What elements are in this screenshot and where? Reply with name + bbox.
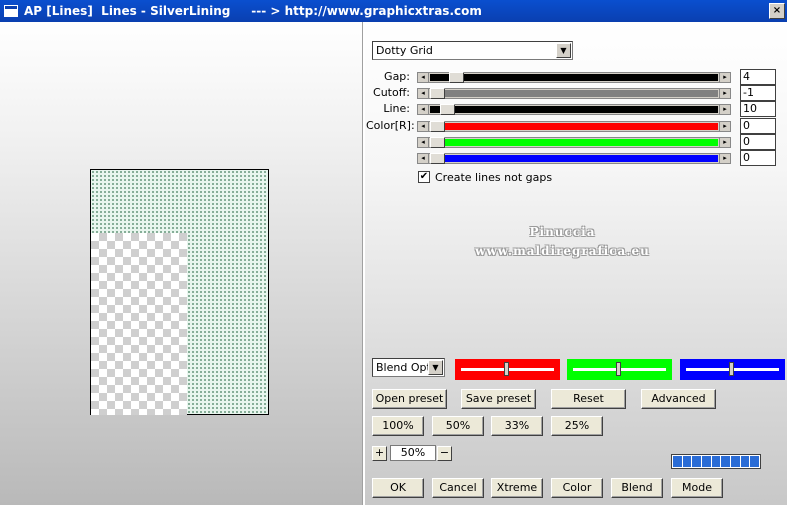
arrow-right-icon[interactable]: ▸ — [719, 138, 730, 147]
mode-button[interactable]: Mode — [671, 478, 723, 498]
slider-value-field[interactable]: 4 — [740, 69, 776, 85]
zoom-in-button[interactable]: + — [372, 446, 387, 461]
reset-button[interactable]: Reset — [551, 389, 626, 409]
create-lines-label: Create lines not gaps — [435, 171, 553, 184]
slider-track — [430, 106, 718, 113]
xtreme-button[interactable]: Xtreme — [491, 478, 543, 498]
chevron-down-icon[interactable]: ▼ — [428, 360, 443, 375]
title-bar[interactable]: AP [Lines] Lines - SilverLining --- > ht… — [0, 0, 787, 22]
zoom-33-button[interactable]: 33% — [491, 416, 543, 436]
slider-value-field[interactable]: 0 — [740, 150, 776, 166]
parameter-slider[interactable]: ◂ ▸ — [417, 88, 731, 99]
parameter-slider[interactable]: ◂ ▸ — [417, 153, 731, 164]
parameter-slider[interactable]: ◂ ▸ — [417, 137, 731, 148]
transparency-checker — [91, 233, 187, 415]
slider-value-field[interactable]: 0 — [740, 118, 776, 134]
slider-value-field[interactable]: -1 — [740, 85, 776, 101]
zoom-out-button[interactable]: − — [437, 446, 452, 461]
preview-canvas[interactable] — [90, 169, 269, 415]
slider-thumb[interactable] — [430, 153, 445, 164]
blue-color-slider[interactable] — [680, 359, 785, 380]
slider-knob[interactable] — [503, 362, 509, 376]
progress-indicator — [671, 454, 761, 469]
slider-label: Cutoff: — [373, 86, 410, 99]
blend-button[interactable]: Blend — [611, 478, 663, 498]
color-button[interactable]: Color — [551, 478, 603, 498]
arrow-right-icon[interactable]: ▸ — [719, 105, 730, 114]
zoom-25-button[interactable]: 25% — [551, 416, 603, 436]
ok-button[interactable]: OK — [372, 478, 424, 498]
slider-thumb[interactable] — [430, 88, 445, 99]
arrow-right-icon[interactable]: ▸ — [719, 89, 730, 98]
slider-thumb[interactable] — [430, 121, 445, 132]
watermark-url: www.maldiregrafica.eu — [475, 244, 650, 258]
preview-area[interactable] — [0, 22, 362, 505]
save-preset-button[interactable]: Save preset — [461, 389, 536, 409]
slider-value-field[interactable]: 0 — [740, 134, 776, 150]
arrow-right-icon[interactable]: ▸ — [719, 73, 730, 82]
arrow-left-icon[interactable]: ◂ — [418, 154, 429, 163]
green-color-slider[interactable] — [567, 359, 672, 380]
close-icon[interactable]: × — [769, 3, 785, 19]
zoom-50-button[interactable]: 50% — [432, 416, 484, 436]
zoom-level-field[interactable]: 50% — [390, 445, 436, 461]
chevron-down-icon[interactable]: ▼ — [556, 43, 571, 58]
cancel-button[interactable]: Cancel — [432, 478, 484, 498]
slider-track — [430, 90, 718, 97]
arrow-left-icon[interactable]: ◂ — [418, 105, 429, 114]
arrow-right-icon[interactable]: ▸ — [719, 122, 730, 131]
arrow-left-icon[interactable]: ◂ — [418, 138, 429, 147]
open-preset-button[interactable]: Open preset — [372, 389, 447, 409]
arrow-left-icon[interactable]: ◂ — [418, 89, 429, 98]
preset-select[interactable]: Dotty Grid ▼ — [372, 41, 573, 60]
slider-thumb[interactable] — [430, 137, 445, 148]
plugin-window: AP [Lines] Lines - SilverLining --- > ht… — [0, 0, 787, 505]
slider-label: Line: — [383, 102, 410, 115]
slider-label: Color[R]: — [366, 119, 415, 132]
slider-knob[interactable] — [728, 362, 734, 376]
slider-track — [430, 123, 718, 130]
slider-knob[interactable] — [615, 362, 621, 376]
parameter-slider[interactable]: ◂ ▸ — [417, 72, 731, 83]
slider-label: Gap: — [384, 70, 410, 83]
slider-value-field[interactable]: 10 — [740, 101, 776, 117]
arrow-left-icon[interactable]: ◂ — [418, 73, 429, 82]
window-icon — [4, 5, 18, 17]
slider-track — [430, 155, 718, 162]
slider-thumb[interactable] — [439, 104, 455, 115]
slider-track — [430, 139, 718, 146]
watermark-name: Pinuccia — [529, 225, 596, 239]
parameter-slider[interactable]: ◂ ▸ — [417, 104, 731, 115]
settings-panel: Dotty Grid ▼ Gap: ◂ ▸ 4 Cutoff: ◂ ▸ -1 Line: ◂ ▸ 10… — [365, 22, 787, 505]
window-title: AP [Lines] Lines - SilverLining --- > ht… — [24, 4, 482, 18]
slider-track — [430, 74, 718, 81]
create-lines-checkbox[interactable]: ✔ — [418, 171, 430, 183]
advanced-button[interactable]: Advanced — [641, 389, 716, 409]
slider-thumb[interactable] — [449, 72, 465, 83]
parameter-slider[interactable]: ◂ ▸ — [417, 121, 731, 132]
blend-options-select[interactable]: Blend Optio ▼ — [372, 358, 445, 377]
preset-select-value: Dotty Grid — [376, 44, 433, 57]
zoom-100-button[interactable]: 100% — [372, 416, 424, 436]
arrow-left-icon[interactable]: ◂ — [418, 122, 429, 131]
arrow-right-icon[interactable]: ▸ — [719, 154, 730, 163]
red-color-slider[interactable] — [455, 359, 560, 380]
